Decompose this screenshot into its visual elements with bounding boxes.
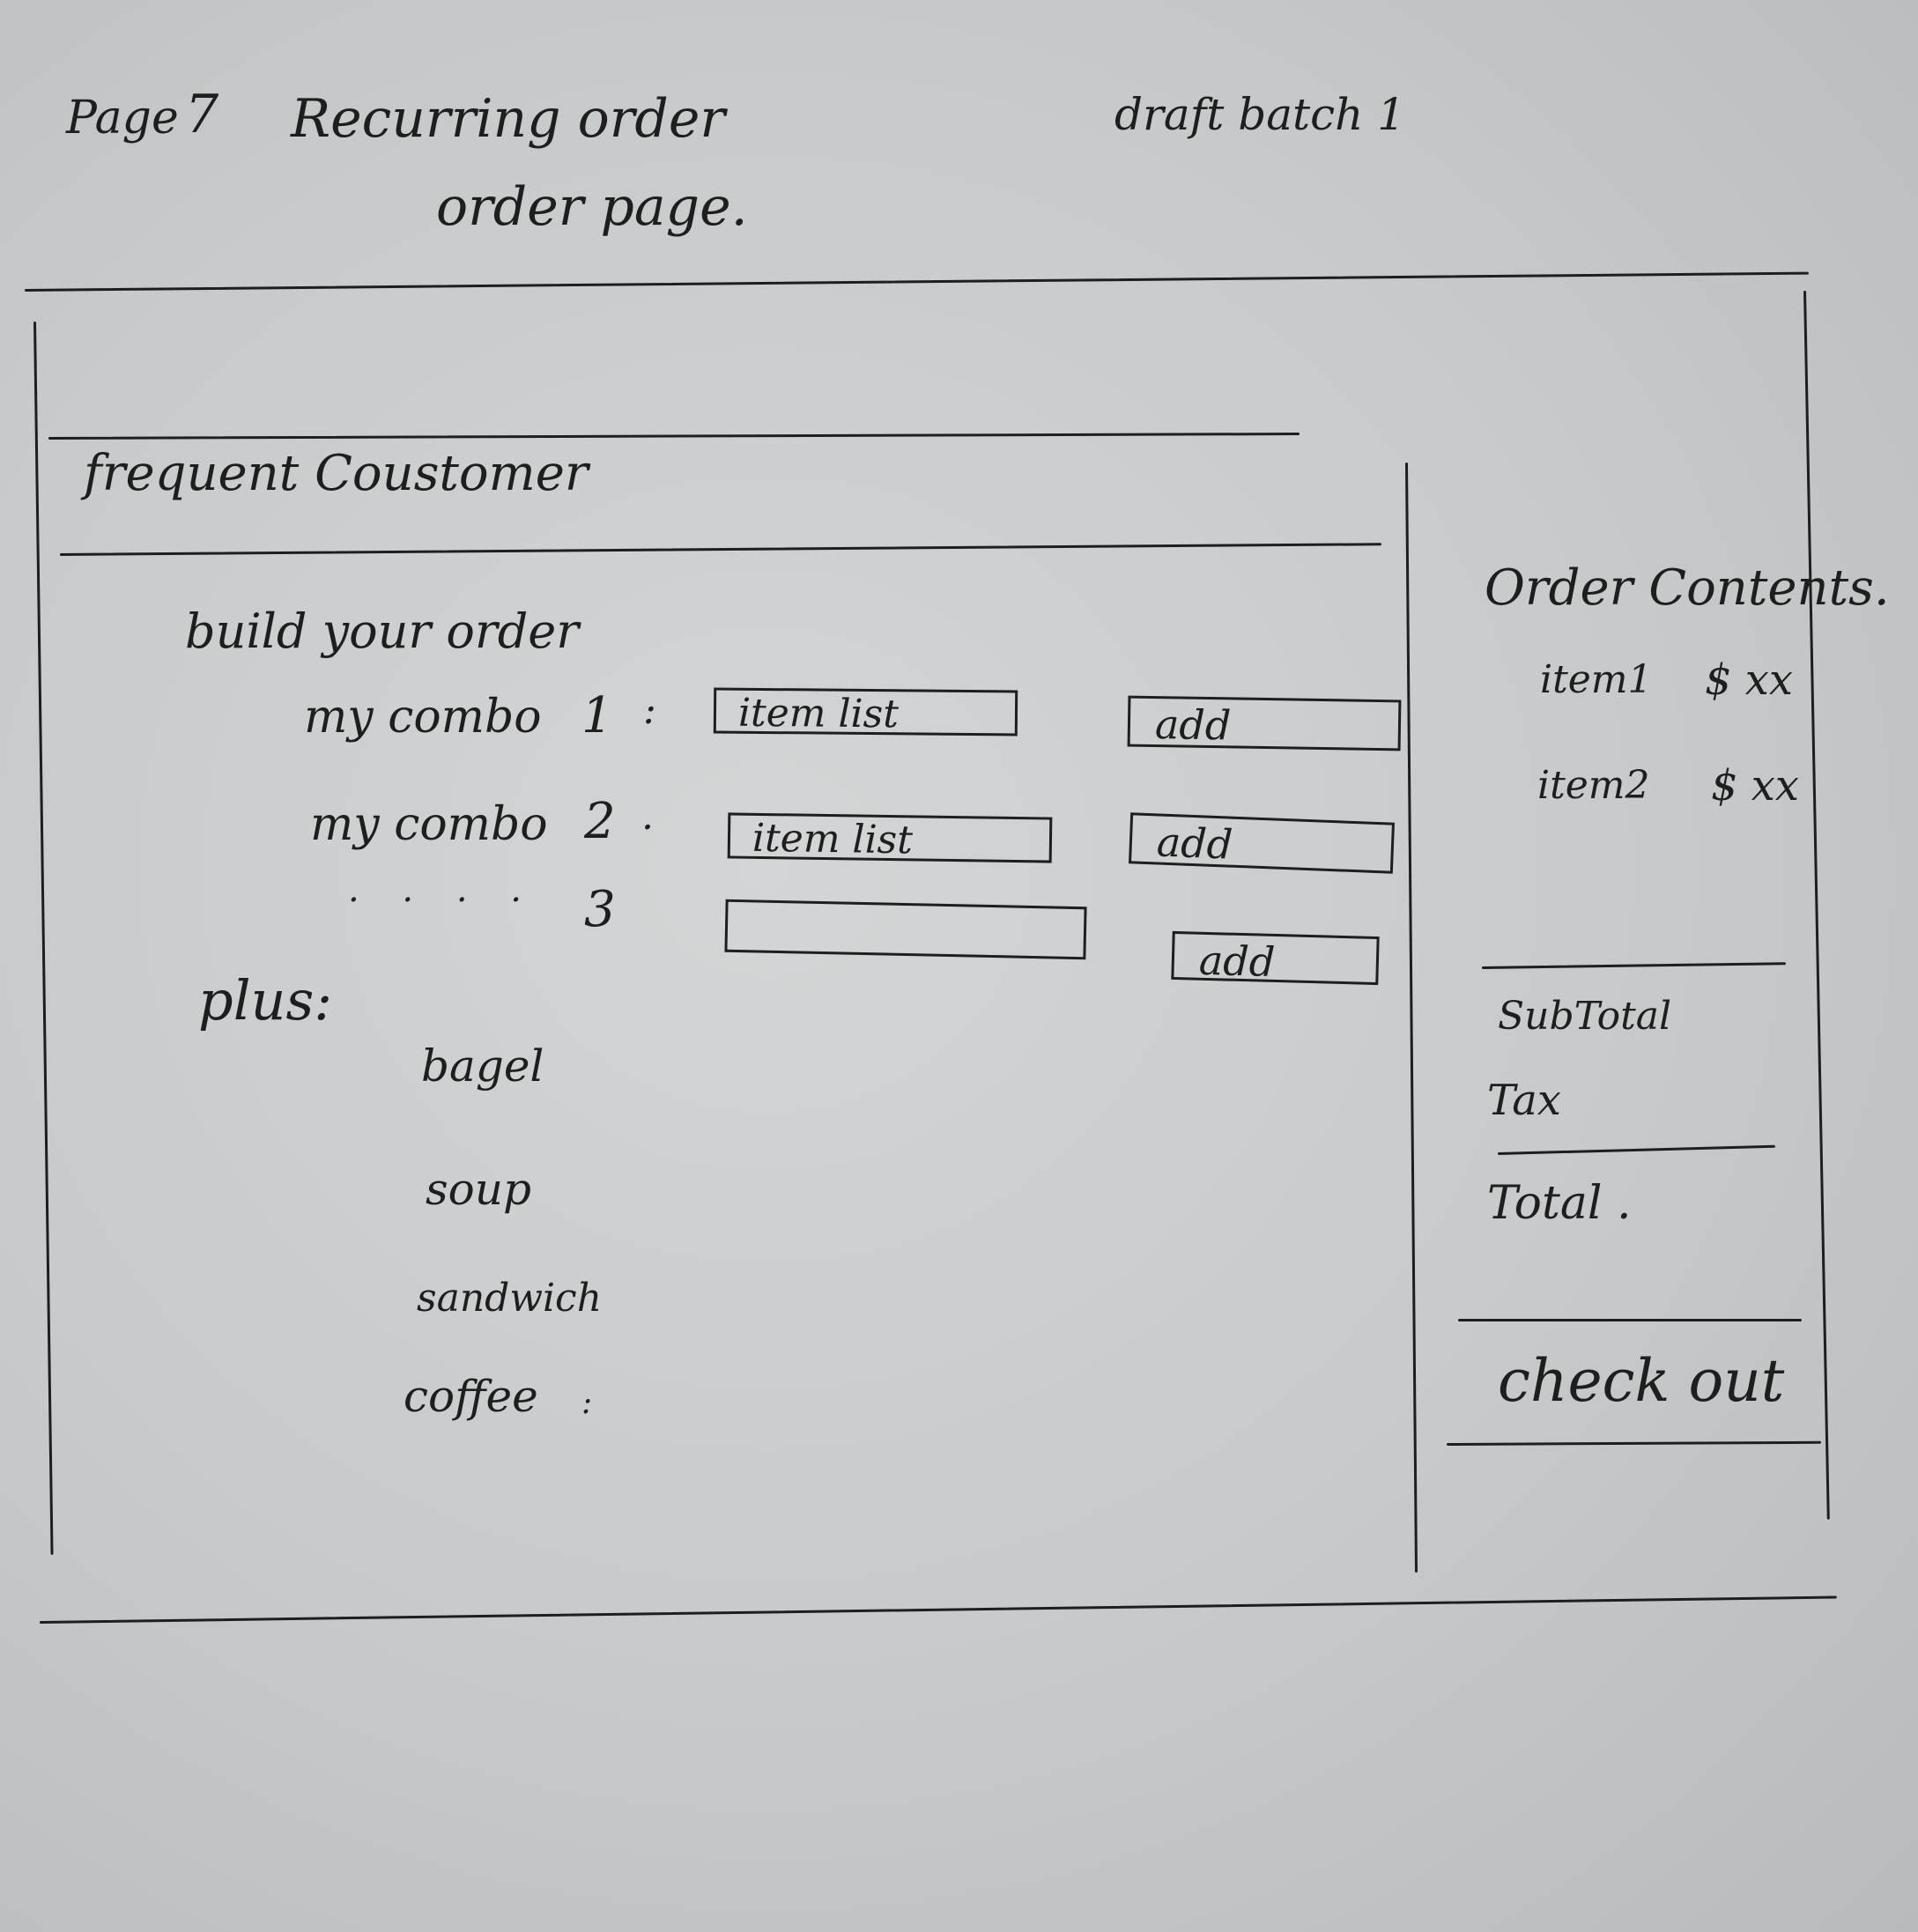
page-number: 7	[185, 84, 219, 145]
order-item-name: item2	[1537, 763, 1650, 808]
tax-label: Tax	[1487, 1076, 1561, 1125]
combo-separator: :	[643, 688, 656, 733]
combo-separator: .	[641, 794, 654, 839]
top-bar-divider	[48, 433, 1300, 440]
plus-item-coffee[interactable]: coffee	[404, 1374, 538, 1418]
add-label: add	[1198, 936, 1276, 986]
section-title: frequent Coustomer	[84, 445, 589, 502]
order-item-name: item1	[1540, 657, 1653, 702]
plus-trailing-colon: :	[581, 1385, 593, 1421]
page-title: Recurring order	[291, 88, 726, 150]
totals-divider	[1497, 1144, 1775, 1155]
combo-number: 1	[581, 687, 613, 744]
item-list-text: item list	[752, 815, 914, 863]
order-contents-title: Order Contents.	[1485, 559, 1890, 617]
items-divider	[1481, 962, 1786, 969]
checkout-label: check out	[1498, 1347, 1785, 1415]
sidebar-divider	[1405, 462, 1418, 1573]
frame-left-border	[33, 321, 54, 1555]
plus-item-sandwich[interactable]: sandwich	[417, 1279, 602, 1318]
build-order-title: build your order	[185, 603, 580, 659]
checkout-top-line	[1458, 1319, 1802, 1321]
section-divider	[59, 543, 1381, 556]
frame-top-border	[24, 271, 1809, 292]
combo-label: my combo	[304, 691, 542, 744]
page-label: Page	[66, 92, 179, 144]
frame-bottom-border	[39, 1595, 1837, 1624]
add-label: add	[1154, 700, 1232, 750]
page-subtitle: order page.	[436, 176, 748, 238]
plus-title: plus:	[198, 968, 333, 1033]
combo-2-item-list[interactable]: item list	[727, 812, 1053, 863]
order-item-price: $ xx	[1711, 761, 1799, 811]
draft-note: draft batch 1	[1115, 89, 1406, 140]
checkout-button[interactable]: check out	[1454, 1326, 1824, 1445]
combo-1-item-list[interactable]: item list	[713, 687, 1018, 737]
combo-1-add-button[interactable]: add	[1127, 695, 1402, 751]
combo-number: 2	[584, 793, 616, 850]
combo-3-add-button[interactable]: add	[1171, 930, 1380, 986]
combo-2-add-button[interactable]: add	[1128, 812, 1396, 874]
combo-label: my combo	[310, 798, 548, 851]
item-list-text: item list	[737, 690, 900, 737]
combo-number: 3	[584, 881, 616, 938]
combo-label: . . . .	[348, 870, 538, 910]
subtotal-label: SubTotal	[1498, 994, 1672, 1039]
order-item-price: $ xx	[1705, 655, 1793, 705]
plus-item-bagel[interactable]: bagel	[421, 1044, 544, 1088]
add-label: add	[1155, 818, 1234, 869]
combo-3-item-list[interactable]	[724, 899, 1087, 960]
plus-item-soup[interactable]: soup	[426, 1167, 531, 1211]
total-label: Total .	[1487, 1177, 1632, 1230]
